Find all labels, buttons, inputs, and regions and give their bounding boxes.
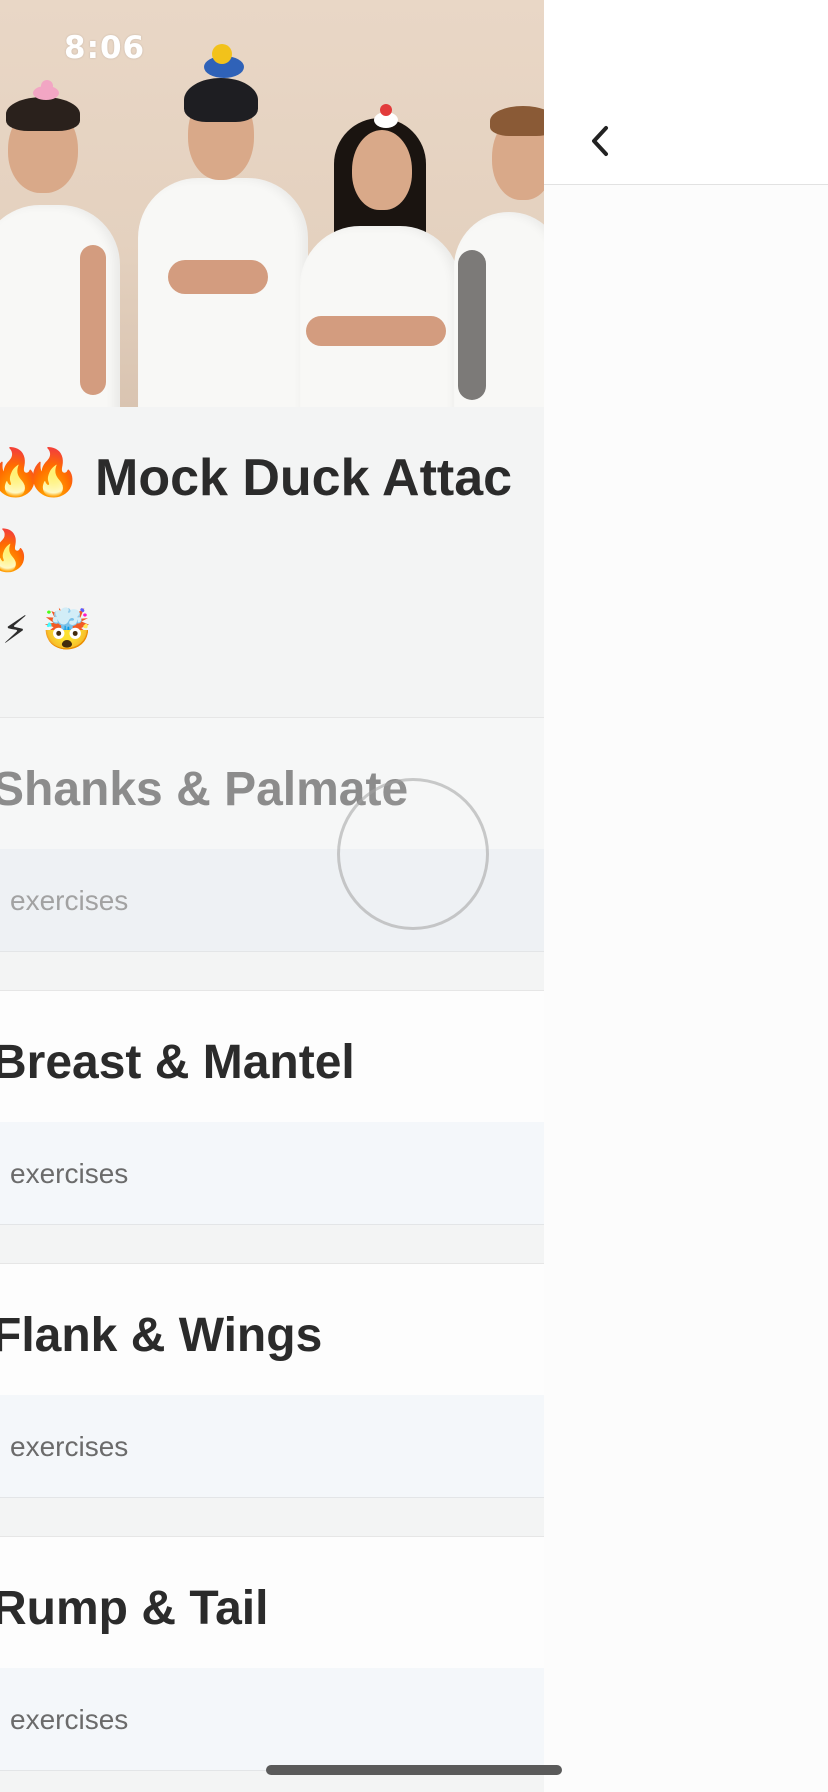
rubber-duck xyxy=(204,44,244,78)
next-page xyxy=(544,0,828,1792)
exercise-count: exercises xyxy=(10,1704,129,1735)
section-header: Flank & Wings xyxy=(0,1263,544,1396)
section-footer: exercises xyxy=(0,1395,544,1498)
hero-person xyxy=(296,118,466,407)
section-title: Breast & Mantel xyxy=(0,1036,355,1089)
section-header: Rump & Tail xyxy=(0,1536,544,1669)
section-header: Breast & Mantel xyxy=(0,990,544,1123)
section-footer: exercises xyxy=(0,1668,544,1771)
section-footer: exercises xyxy=(0,1122,544,1225)
section-title: Flank & Wings xyxy=(0,1309,323,1362)
lightning-emoji: ⚡ xyxy=(2,610,29,652)
touch-indicator xyxy=(337,778,489,930)
hero-person xyxy=(128,70,308,407)
hero-person xyxy=(452,100,544,407)
rubber-duck xyxy=(374,104,398,128)
exercise-count: exercises xyxy=(10,1431,129,1462)
exercise-count: exercises xyxy=(10,1158,129,1189)
exercise-count: exercises xyxy=(10,885,129,916)
chevron-left-icon xyxy=(592,126,608,156)
hero-person xyxy=(0,95,130,407)
home-indicator[interactable] xyxy=(266,1765,562,1775)
back-button[interactable] xyxy=(580,118,620,164)
status-time: 8:06 xyxy=(64,30,146,66)
section-title: Shanks & Palmate xyxy=(0,763,409,816)
course-title: Mock Duck Attac xyxy=(95,449,513,507)
section-card[interactable]: Flank & Wings exercises xyxy=(0,1263,544,1501)
course-hero-photo: 8:06 xyxy=(0,0,544,407)
fire-emoji: 🔥 xyxy=(24,446,82,498)
fire-emoji: 🔥 xyxy=(0,529,32,573)
rubber-duck xyxy=(33,80,59,100)
section-card[interactable]: Breast & Mantel exercises xyxy=(0,990,544,1228)
section-title: Rump & Tail xyxy=(0,1582,269,1635)
navigation-bar xyxy=(544,0,828,185)
section-card[interactable]: Rump & Tail exercises xyxy=(0,1536,544,1774)
mind-blown-emoji: 🤯 xyxy=(42,608,92,652)
